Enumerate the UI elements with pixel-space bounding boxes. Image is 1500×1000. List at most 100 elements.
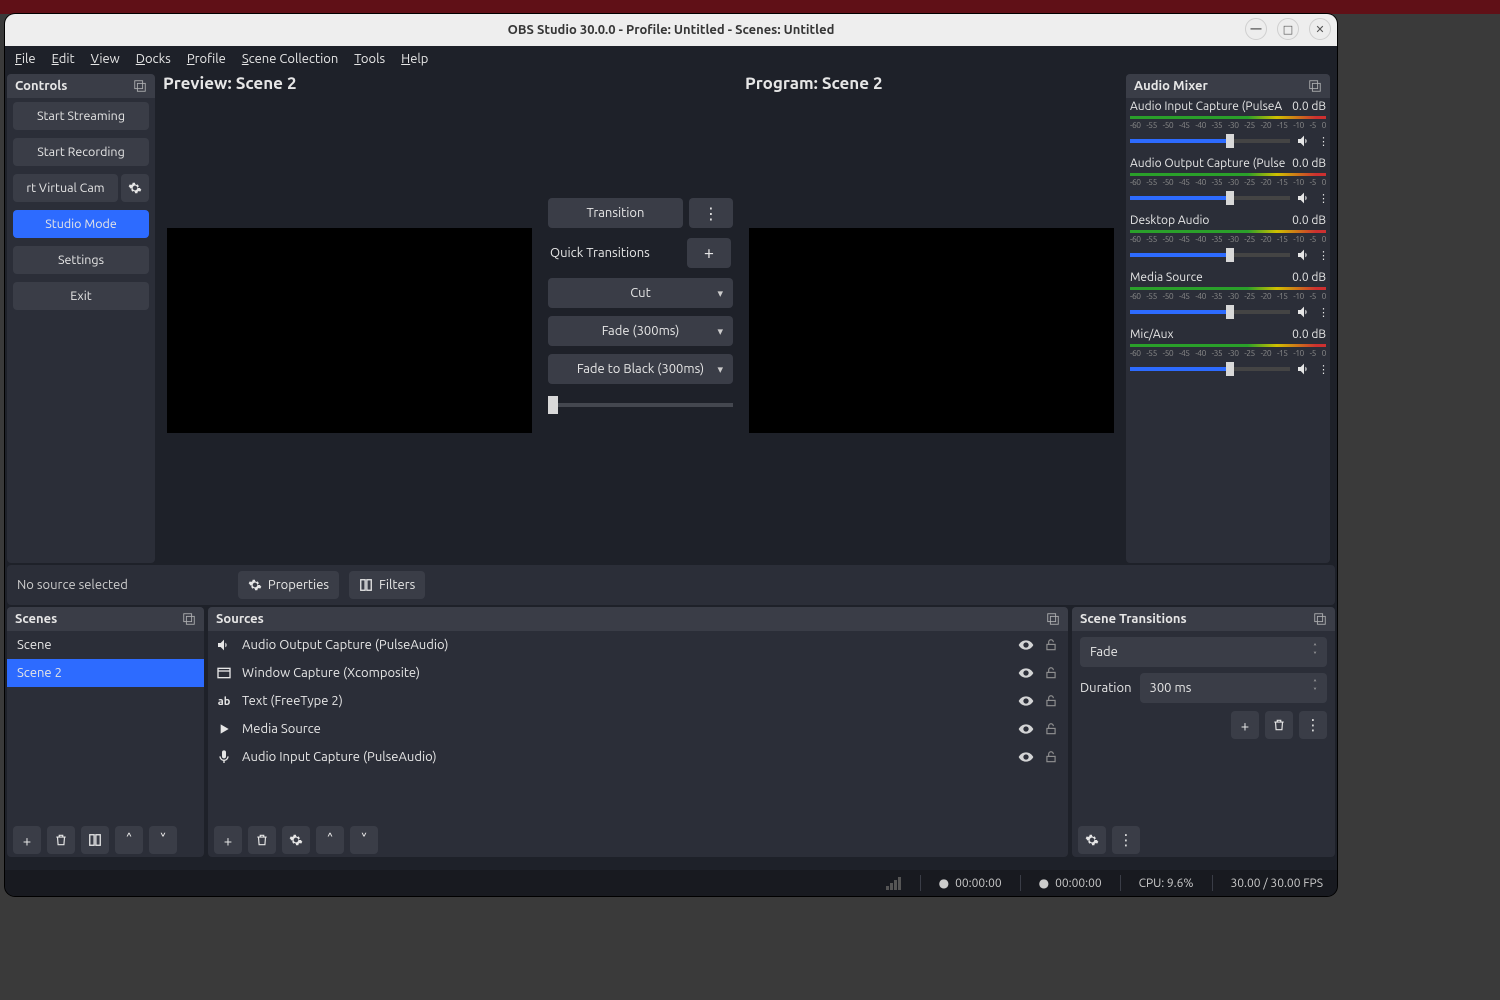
channel-menu-button[interactable]: ⋮ xyxy=(1318,249,1326,262)
popout-icon[interactable] xyxy=(133,79,147,93)
menu-view[interactable]: View xyxy=(91,52,120,66)
channel-name: Media Source xyxy=(1130,271,1203,284)
add-source-button[interactable]: + xyxy=(214,826,242,854)
chevron-down-icon xyxy=(717,324,723,338)
volume-slider[interactable] xyxy=(1130,367,1290,371)
menu-tools[interactable]: Tools xyxy=(354,52,385,66)
volume-slider[interactable] xyxy=(1130,253,1290,257)
visibility-toggle[interactable] xyxy=(1018,693,1034,709)
channel-menu-button[interactable]: ⋮ xyxy=(1318,306,1326,319)
mute-button[interactable] xyxy=(1296,304,1312,320)
volume-slider[interactable] xyxy=(1130,139,1290,143)
lock-toggle[interactable] xyxy=(1044,722,1060,736)
speaker-icon xyxy=(216,637,232,653)
channel-name: Audio Output Capture (Pulse xyxy=(1130,157,1285,170)
mute-button[interactable] xyxy=(1296,133,1312,149)
remove-source-button[interactable] xyxy=(248,826,276,854)
scene-item[interactable]: Scene 2 xyxy=(7,659,204,687)
menu-scene-collection[interactable]: Scene Collection xyxy=(242,52,338,66)
source-down-button[interactable]: ˅ xyxy=(350,826,378,854)
popout-icon[interactable] xyxy=(1313,612,1327,626)
popout-icon[interactable] xyxy=(182,612,196,626)
visibility-toggle[interactable] xyxy=(1018,665,1034,681)
filters-button[interactable]: Filters xyxy=(349,571,425,599)
popout-icon[interactable] xyxy=(1046,612,1060,626)
preview-canvas[interactable] xyxy=(157,95,542,565)
close-button[interactable]: ✕ xyxy=(1309,18,1331,40)
menu-docks[interactable]: Docks xyxy=(136,52,171,66)
visibility-toggle[interactable] xyxy=(1018,637,1034,653)
program-canvas[interactable] xyxy=(739,95,1124,565)
remove-scene-button[interactable] xyxy=(47,826,75,854)
channel-menu-button[interactable]: ⋮ xyxy=(1318,363,1326,376)
volume-slider[interactable] xyxy=(1130,196,1290,200)
source-properties-button[interactable] xyxy=(282,826,310,854)
menubar: File Edit View Docks Profile Scene Colle… xyxy=(5,46,1337,72)
menu-edit[interactable]: Edit xyxy=(52,52,75,66)
transition-button[interactable]: Transition xyxy=(548,198,683,228)
settings-button[interactable]: Settings xyxy=(13,246,149,274)
vu-meter xyxy=(1130,230,1326,233)
virtual-cam-settings-button[interactable] xyxy=(121,174,149,202)
mic-icon xyxy=(216,749,232,765)
vu-meter xyxy=(1130,173,1326,176)
transition-select[interactable]: Fade ˄˅ xyxy=(1080,637,1327,667)
scene-down-button[interactable]: ˅ xyxy=(149,826,177,854)
chevron-down-icon xyxy=(717,362,723,376)
exit-button[interactable]: Exit xyxy=(13,282,149,310)
channel-menu-button[interactable]: ⋮ xyxy=(1318,135,1326,148)
channel-db: 0.0 dB xyxy=(1292,328,1326,341)
start-recording-button[interactable]: Start Recording xyxy=(13,138,149,166)
quick-transition-cut[interactable]: Cut xyxy=(548,278,733,308)
lock-toggle[interactable] xyxy=(1044,750,1060,764)
mute-button[interactable] xyxy=(1296,190,1312,206)
add-scene-button[interactable]: + xyxy=(13,826,41,854)
scene-item[interactable]: Scene xyxy=(7,631,204,659)
source-item[interactable]: Media Source xyxy=(208,715,1068,743)
source-up-button[interactable]: ˄ xyxy=(316,826,344,854)
add-quick-transition-button[interactable]: + xyxy=(687,238,731,268)
source-item[interactable]: abText (FreeType 2) xyxy=(208,687,1068,715)
source-item[interactable]: Audio Input Capture (PulseAudio) xyxy=(208,743,1068,771)
popout-icon[interactable] xyxy=(1308,79,1322,93)
maximize-button[interactable]: □ xyxy=(1277,18,1299,40)
scene-filters-button[interactable] xyxy=(81,826,109,854)
remove-transition-button[interactable] xyxy=(1265,711,1293,739)
properties-button[interactable]: Properties xyxy=(238,571,339,599)
menu-help[interactable]: Help xyxy=(401,52,428,66)
virtual-cam-button[interactable]: rt Virtual Cam xyxy=(13,174,118,202)
minimize-button[interactable]: ― xyxy=(1245,18,1267,40)
mute-button[interactable] xyxy=(1296,247,1312,263)
controls-dock: Controls Start Streaming Start Recording… xyxy=(7,74,155,563)
mixer-channel: Audio Input Capture (PulseA0.0 dB-60-55-… xyxy=(1130,100,1326,149)
quick-transition-fade[interactable]: Fade (300ms) xyxy=(548,316,733,346)
visibility-toggle[interactable] xyxy=(1018,749,1034,765)
source-name: Audio Input Capture (PulseAudio) xyxy=(242,750,1008,764)
channel-db: 0.0 dB xyxy=(1292,271,1326,284)
quick-transition-fade-black[interactable]: Fade to Black (300ms) xyxy=(548,354,733,384)
source-item[interactable]: Window Capture (Xcomposite) xyxy=(208,659,1068,687)
visibility-toggle[interactable] xyxy=(1018,721,1034,737)
scenes-title: Scenes xyxy=(15,612,57,626)
lock-toggle[interactable] xyxy=(1044,694,1060,708)
lock-toggle[interactable] xyxy=(1044,638,1060,652)
volume-slider[interactable] xyxy=(1130,310,1290,314)
source-item[interactable]: Audio Output Capture (PulseAudio) xyxy=(208,631,1068,659)
lock-toggle[interactable] xyxy=(1044,666,1060,680)
scene-up-button[interactable]: ˄ xyxy=(115,826,143,854)
mixer-menu-button[interactable]: ⋮ xyxy=(1112,826,1140,854)
transition-menu-button[interactable]: ⋮ xyxy=(689,198,733,228)
channel-name: Mic/Aux xyxy=(1130,328,1174,341)
studio-mode-button[interactable]: Studio Mode xyxy=(13,210,149,238)
tbar-slider[interactable] xyxy=(548,396,733,414)
add-transition-button[interactable]: + xyxy=(1231,711,1259,739)
start-streaming-button[interactable]: Start Streaming xyxy=(13,102,149,130)
mixer-channel: Media Source0.0 dB-60-55-50-45-40-35-30-… xyxy=(1130,271,1326,320)
advanced-audio-button[interactable] xyxy=(1078,826,1106,854)
mute-button[interactable] xyxy=(1296,361,1312,377)
transition-properties-button[interactable]: ⋮ xyxy=(1299,711,1327,739)
menu-profile[interactable]: Profile xyxy=(187,52,226,66)
menu-file[interactable]: File xyxy=(15,52,36,66)
channel-menu-button[interactable]: ⋮ xyxy=(1318,192,1326,205)
duration-input[interactable]: 300 ms ˄˅ xyxy=(1140,673,1328,703)
